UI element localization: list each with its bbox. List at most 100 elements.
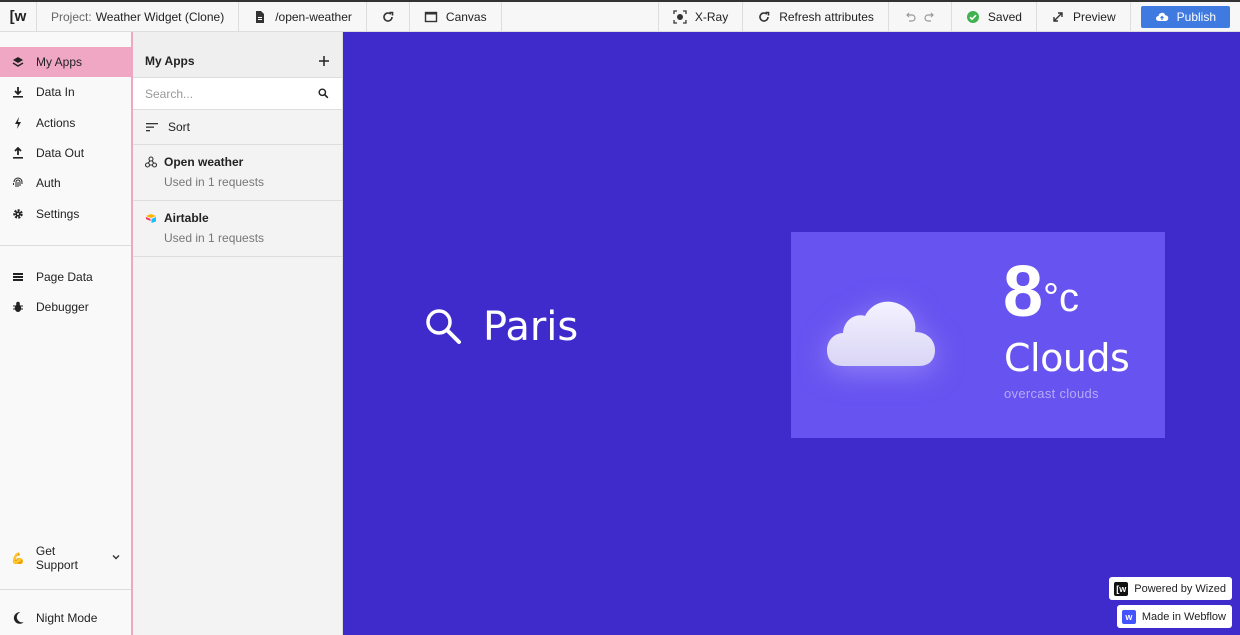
sidebar-item-data-out[interactable]: Data Out [0,138,131,168]
preview-button[interactable]: Preview [1037,2,1131,31]
preview-label: Preview [1072,9,1116,24]
webflow-badge-label: Made in Webflow [1141,610,1226,623]
preview-canvas: Paris 8 °c Clouds overcast clouds [w Pow… [343,32,1240,635]
reload-button[interactable] [367,2,410,31]
list-icon [11,270,25,284]
bolt-icon [11,116,25,130]
app-name: Open weather [164,155,244,169]
expand-icon [1051,10,1065,24]
apps-panel-title: My Apps [145,54,195,68]
sidebar-item-label: Settings [36,206,80,221]
sidebar-item-label: Page Data [36,269,93,284]
xray-icon [673,9,687,24]
night-mode-label: Night Mode [36,611,98,625]
refresh-attributes-label: Refresh attributes [779,9,874,24]
wized-badge-label: Powered by Wized [1134,582,1226,595]
get-support-label: Get Support [35,544,78,572]
top-bar: [w Project: Weather Widget (Clone) /open… [0,0,1240,32]
window-icon [424,10,438,24]
my-apps-panel: My Apps Sort Open weather Used in 1 requ… [133,32,343,635]
undo-redo-group [889,2,952,31]
page-path: /open-weather [275,9,352,24]
moon-icon [11,611,25,625]
bug-icon [11,300,25,314]
gear-icon [11,207,25,221]
weather-card: 8 °c Clouds overcast clouds [791,232,1165,438]
sidebar-item-debugger[interactable]: Debugger [0,292,131,322]
add-app-icon[interactable] [318,52,330,70]
sidebar-item-label: Auth [36,176,61,191]
reload-icon [381,10,395,24]
city-search[interactable]: Paris [423,304,578,350]
sidebar-item-actions[interactable]: Actions [0,108,131,138]
saved-status: Saved [952,2,1037,31]
redo-icon[interactable] [923,10,937,24]
saved-label: Saved [987,9,1022,24]
project-name: Weather Widget (Clone) [95,9,225,24]
webhook-icon [145,156,157,168]
publish-button[interactable]: Publish [1140,5,1230,28]
file-icon [253,10,267,24]
publish-wrapper: Publish [1131,2,1240,31]
sidebar-item-label: My Apps [36,55,83,70]
weather-description: overcast clouds [1004,386,1099,401]
app-list-item-open-weather[interactable]: Open weather Used in 1 requests [133,145,342,201]
xray-button[interactable]: X-Ray [659,2,744,31]
wized-logo[interactable]: [w [0,2,37,31]
sort-icon [145,120,159,134]
sidebar-item-data-in[interactable]: Data In [0,77,131,107]
app-list-item-airtable[interactable]: Airtable Used in 1 requests [133,201,342,257]
app-usage: Used in 1 requests [164,175,265,189]
xray-label: X-Ray [694,9,729,24]
download-icon [11,85,25,99]
apps-search-input[interactable] [145,86,316,101]
airtable-icon [145,212,157,224]
wized-logo-icon: [w [1114,581,1129,596]
sidebar-item-label: Data Out [36,146,85,161]
sort-label: Sort [168,120,191,134]
weather-condition: Clouds [1004,336,1130,380]
project-label: Project: [51,9,92,24]
refresh-icon [757,10,771,24]
cloud-icon [827,301,935,366]
apps-panel-header: My Apps [133,32,342,78]
undo-icon[interactable] [903,10,917,24]
chevron-down-icon [111,552,121,565]
project-selector[interactable]: Project: Weather Widget (Clone) [37,2,240,31]
apps-search [133,78,342,110]
publish-label: Publish [1176,9,1216,24]
temperature-value: 8 [1003,252,1043,332]
powered-by-wized-badge[interactable]: [w Powered by Wized [1109,577,1232,600]
canvas-button[interactable]: Canvas [410,2,502,31]
app-name: Airtable [164,211,209,225]
refresh-attributes-button[interactable]: Refresh attributes [743,2,889,31]
temperature-unit: °c [1043,276,1080,320]
fingerprint-icon [11,176,25,190]
night-mode-toggle[interactable]: Night Mode [0,603,131,633]
webflow-logo-icon: w [1121,609,1136,624]
sidebar-item-auth[interactable]: Auth [0,168,131,198]
sidebar-item-settings[interactable]: Settings [0,198,131,228]
temperature: 8 °c [1003,256,1079,328]
check-circle-icon [966,10,980,24]
flexed-biceps-icon: 💪 [11,552,25,565]
app-usage: Used in 1 requests [164,231,265,245]
sidebar-item-my-apps[interactable]: My Apps [0,47,131,78]
search-icon[interactable] [316,87,330,101]
sort-button[interactable]: Sort [133,110,342,145]
page-selector[interactable]: /open-weather [239,2,367,31]
sidebar-item-label: Data In [36,85,75,100]
search-icon [423,306,463,349]
city-name: Paris [483,304,579,350]
sidebar-item-label: Actions [36,115,76,130]
sidebar-divider [0,589,131,590]
sidebar-item-page-data[interactable]: Page Data [0,262,131,292]
topbar-spacer [502,2,659,31]
upload-icon [11,146,25,160]
left-sidebar: My Apps Data In Actions Data Out Auth Se… [0,32,133,635]
made-in-webflow-badge[interactable]: w Made in Webflow [1116,605,1232,628]
get-support-button[interactable]: 💪 Get Support [0,543,131,573]
canvas-label: Canvas [445,9,487,24]
sidebar-item-label: Debugger [36,300,89,315]
layers-icon [11,55,25,69]
